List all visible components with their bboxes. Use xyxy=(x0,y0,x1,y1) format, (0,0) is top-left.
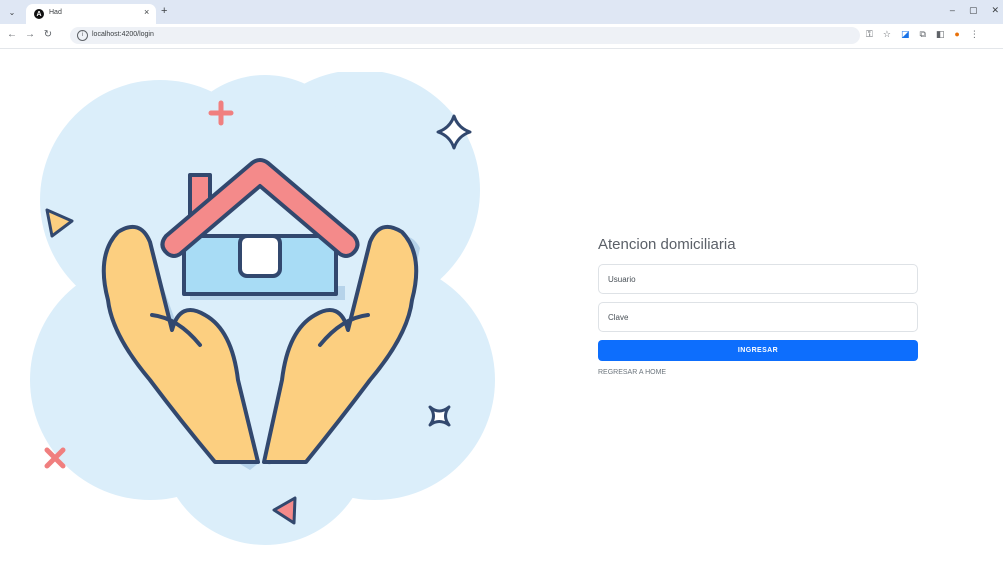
login-title: Atencion domiciliaria xyxy=(598,236,736,253)
forward-icon[interactable]: → xyxy=(24,29,36,40)
toolbar-icons: ⚿ ☆ ◪ ⧉ ◧ ● ⋮ xyxy=(866,29,979,40)
square-star-sparkle-icon xyxy=(428,405,451,427)
browser-tab[interactable]: A Had × xyxy=(26,4,156,24)
site-info-icon[interactable]: i xyxy=(77,30,88,41)
bookmark-star-icon[interactable]: ☆ xyxy=(883,29,891,40)
window-controls: – ▢ ✕ xyxy=(950,5,999,16)
address-bar[interactable]: i localhost:4200/login xyxy=(70,27,860,44)
browser-toolbar: ← → ↻ i localhost:4200/login ⚿ ☆ ◪ ⧉ ◧ ●… xyxy=(0,24,1003,49)
menu-icon[interactable]: ⋮ xyxy=(970,29,979,40)
tab-search-icon[interactable]: ⌄ xyxy=(5,5,19,19)
profile-icon[interactable]: ● xyxy=(954,29,959,40)
home-care-illustration xyxy=(30,72,495,545)
extensions-puzzle-icon[interactable]: ⧉ xyxy=(919,29,925,40)
tab-title: Had xyxy=(49,9,62,16)
back-icon[interactable]: ← xyxy=(6,29,18,40)
side-panel-icon[interactable]: ◧ xyxy=(936,29,945,40)
login-form: Atencion domiciliaria INGRESAR REGRESAR … xyxy=(598,236,918,379)
login-button[interactable]: INGRESAR xyxy=(598,340,918,361)
background-blob xyxy=(30,72,495,545)
angular-favicon-icon: A xyxy=(34,9,44,19)
url-text[interactable]: localhost:4200/login xyxy=(92,31,154,38)
close-window-icon[interactable]: ✕ xyxy=(991,5,999,16)
username-field[interactable] xyxy=(598,264,918,294)
browser-tabstrip: ⌄ A Had × + – ▢ ✕ xyxy=(0,0,1003,24)
tab-close-icon[interactable]: × xyxy=(144,7,149,17)
password-field[interactable] xyxy=(598,302,918,332)
back-to-home-link[interactable]: REGRESAR A HOME xyxy=(598,369,666,376)
new-tab-icon[interactable]: + xyxy=(161,5,167,17)
restore-icon[interactable]: ▢ xyxy=(969,5,978,16)
password-key-icon[interactable]: ⚿ xyxy=(866,29,873,40)
minimize-icon[interactable]: – xyxy=(950,5,955,16)
reload-icon[interactable]: ↻ xyxy=(42,29,54,40)
extension-icon[interactable]: ◪ xyxy=(901,29,910,40)
